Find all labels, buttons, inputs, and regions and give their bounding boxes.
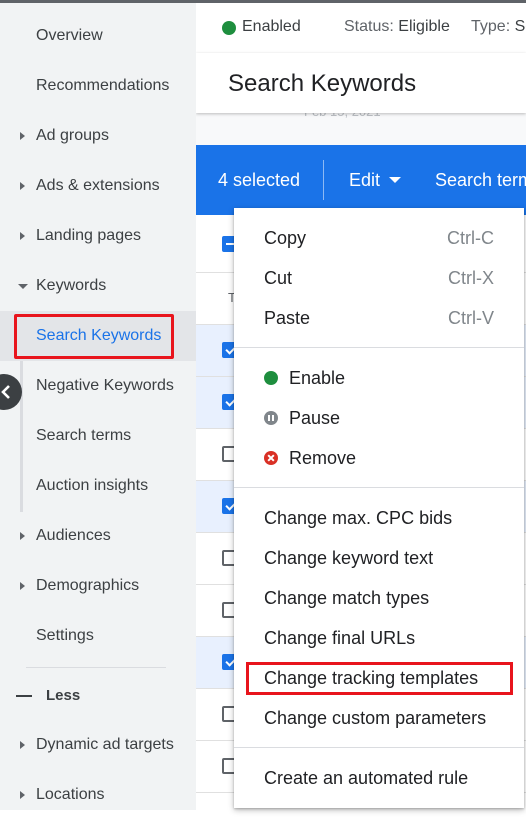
- enabled-status-dropdown[interactable]: Enabled: [242, 18, 301, 36]
- sidebar-item-label: Audiences: [36, 527, 111, 544]
- caret-right-icon: [20, 532, 25, 540]
- menu-item-label: Enable: [289, 368, 346, 388]
- search-terms-button[interactable]: Search term: [435, 170, 526, 191]
- sidebar-item-ad-groups[interactable]: Ad groups: [0, 111, 196, 161]
- enabled-status-icon: [222, 21, 236, 35]
- menu-item-label: Change keyword text: [264, 548, 434, 568]
- menu-item-change-keyword-text[interactable]: Change keyword text: [234, 538, 524, 578]
- less-label: Less: [46, 687, 81, 704]
- menu-divider: [234, 487, 524, 488]
- caret-right-icon: [20, 132, 25, 140]
- status-key: Status:: [344, 18, 394, 35]
- caret-right-icon: [20, 791, 25, 799]
- menu-item-change-max-cpc-bids[interactable]: Change max. CPC bids: [234, 498, 524, 538]
- menu-item-label: Change final URLs: [264, 628, 416, 648]
- sidebar-item-search-keywords[interactable]: Search Keywords: [0, 311, 196, 361]
- caret-down-icon: [18, 283, 28, 289]
- menu-item-label: Change custom parameters: [264, 708, 487, 728]
- menu-item-label: Paste: [264, 308, 311, 328]
- menu-item-copy[interactable]: Copy Ctrl-C: [234, 218, 524, 258]
- less-toggle[interactable]: Less: [0, 672, 196, 720]
- edit-dropdown-menu: Copy Ctrl-C Cut Ctrl-X Paste Ctrl-V Enab…: [234, 208, 524, 808]
- menu-item-label: Remove: [289, 448, 357, 468]
- action-bar-separator: [323, 160, 324, 200]
- menu-item-label: Pause: [289, 408, 341, 428]
- type-key: Type:: [471, 18, 511, 35]
- sidebar-item-search-terms[interactable]: Search terms: [0, 411, 196, 461]
- sidebar-item-label: Ad groups: [36, 127, 109, 144]
- sidebar-item-demographics[interactable]: Demographics: [0, 561, 196, 611]
- sidebar-item-overview[interactable]: Overview: [0, 11, 196, 61]
- menu-item-label: Change max. CPC bids: [264, 508, 453, 528]
- menu-item-enable[interactable]: Enable: [234, 358, 524, 398]
- status-value: Eligible: [398, 18, 450, 35]
- menu-item-paste[interactable]: Paste Ctrl-V: [234, 298, 524, 338]
- menu-item-label: Copy: [264, 228, 307, 248]
- status-eligible: Status: Eligible: [344, 18, 450, 36]
- sidebar-item-dynamic-ad-targets[interactable]: Dynamic ad targets: [0, 720, 196, 770]
- menu-item-shortcut: Ctrl-C: [447, 228, 494, 248]
- sidebar-item-label: Auction insights: [36, 477, 149, 494]
- menu-item-pause[interactable]: Pause: [234, 398, 524, 438]
- dropdown-arrow-icon: [389, 177, 401, 183]
- sidebar-item-label: Demographics: [36, 577, 140, 594]
- page-title: Search Keywords: [228, 70, 417, 97]
- sidebar-item-auction-insights[interactable]: Auction insights: [0, 461, 196, 511]
- sidebar-item-label: Keywords: [36, 277, 107, 294]
- type-value: Se: [514, 18, 526, 35]
- window-top-border: [0, 0, 526, 3]
- sidebar-item-locations[interactable]: Locations: [0, 770, 196, 820]
- sidebar-item-label: Search terms: [36, 427, 132, 444]
- enable-dot-icon: [264, 371, 278, 385]
- pause-icon: [264, 411, 278, 425]
- menu-item-change-match-types[interactable]: Change match types: [234, 578, 524, 618]
- sidebar-item-label: Recommendations: [36, 77, 170, 94]
- menu-item-change-custom-parameters[interactable]: Change custom parameters: [234, 698, 524, 738]
- campaign-type: Type: Se: [471, 18, 526, 36]
- caret-right-icon: [20, 741, 25, 749]
- menu-item-change-final-urls[interactable]: Change final URLs: [234, 618, 524, 658]
- sidebar-item-label: Ads & extensions: [36, 177, 160, 194]
- menu-item-label: Change match types: [264, 588, 430, 608]
- menu-divider: [234, 347, 524, 348]
- sidebar-divider: [26, 667, 166, 668]
- menu-item-cut[interactable]: Cut Ctrl-X: [234, 258, 524, 298]
- sidebar-item-label: Landing pages: [36, 227, 141, 244]
- sidebar-item-audiences[interactable]: Audiences: [0, 511, 196, 561]
- edit-menu-button[interactable]: Edit: [349, 170, 380, 191]
- menu-item-shortcut: Ctrl-X: [448, 268, 494, 288]
- caret-right-icon: [20, 182, 25, 190]
- menu-item-label: Cut: [264, 268, 293, 288]
- menu-item-label: Change tracking templates: [264, 668, 479, 688]
- sidebar-item-recommendations[interactable]: Recommendations: [0, 61, 196, 111]
- page-header: Search Keywords: [196, 53, 526, 113]
- selected-count: 4 selected: [218, 170, 301, 190]
- sidebar-item-label: Search Keywords: [36, 327, 162, 344]
- menu-item-change-tracking-templates[interactable]: Change tracking templates: [234, 658, 524, 698]
- menu-item-shortcut: Ctrl-V: [448, 308, 494, 328]
- menu-item-remove[interactable]: Remove: [234, 438, 524, 478]
- sidebar-item-landing-pages[interactable]: Landing pages: [0, 211, 196, 261]
- sidebar-item-label: Overview: [36, 27, 103, 44]
- menu-item-create-automated-rule[interactable]: Create an automated rule: [234, 758, 524, 798]
- sidebar-item-label: Locations: [36, 786, 105, 803]
- chevron-left-icon: [1, 385, 10, 399]
- sidebar-item-ads-extensions[interactable]: Ads & extensions: [0, 161, 196, 211]
- sidebar-item-settings[interactable]: Settings: [0, 611, 196, 661]
- sidebar-item-label: Dynamic ad targets: [36, 736, 174, 753]
- minus-icon: [16, 695, 32, 697]
- sidebar-item-negative-keywords[interactable]: Negative Keywords: [0, 361, 196, 411]
- caret-right-icon: [20, 232, 25, 240]
- sidebar: Overview Recommendations Ad groups Ads &…: [0, 0, 196, 810]
- caret-right-icon: [20, 582, 25, 590]
- campaign-status-bar: Enabled Status: Eligible Type: Se: [196, 3, 526, 53]
- sidebar-item-keywords[interactable]: Keywords: [0, 261, 196, 311]
- sidebar-item-label: Settings: [36, 627, 94, 644]
- selection-action-bar: 4 selected Edit Search term: [196, 145, 526, 215]
- sidebar-item-label: Negative Keywords: [36, 377, 174, 394]
- menu-item-label: Create an automated rule: [264, 768, 469, 788]
- menu-divider: [234, 747, 524, 748]
- remove-icon: [264, 451, 278, 465]
